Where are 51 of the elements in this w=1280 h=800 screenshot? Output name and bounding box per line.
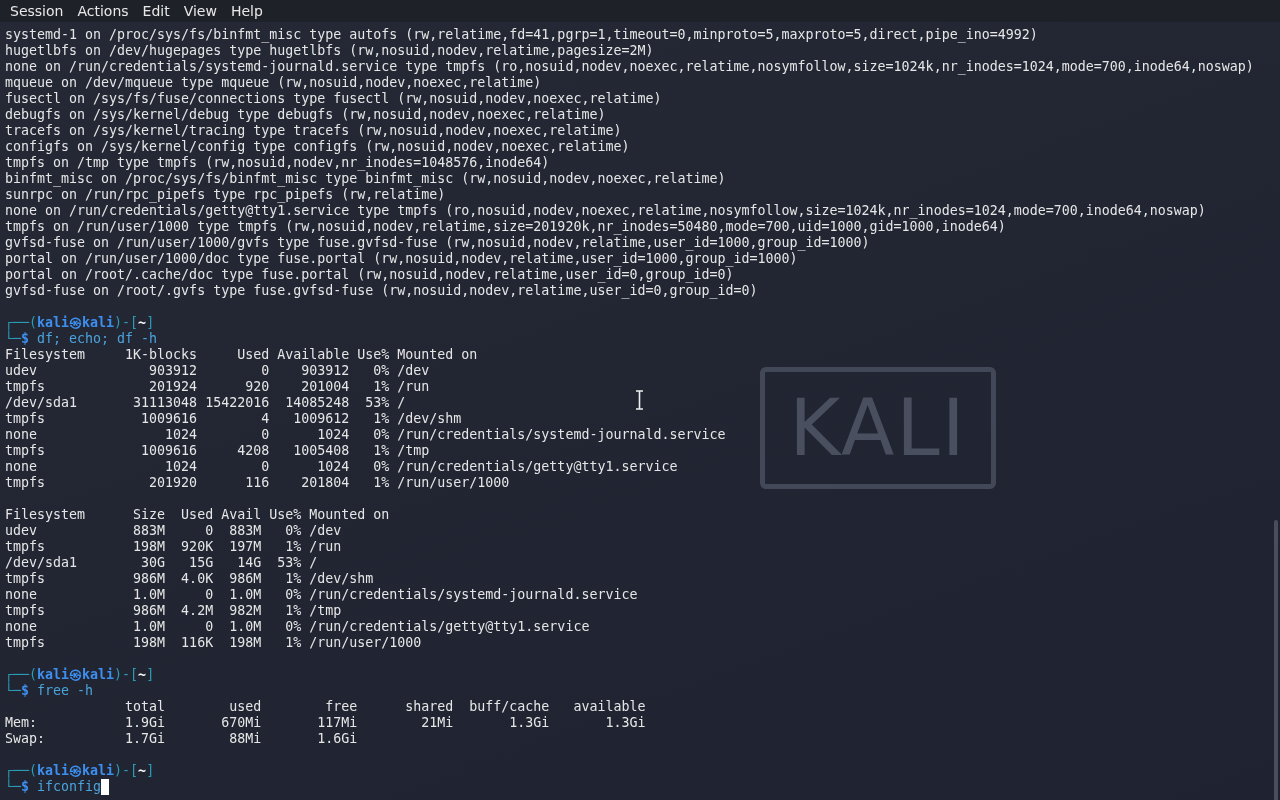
- output-line: /dev/sda1 30G 15G 14G 53% /: [5, 555, 318, 571]
- output-line: Filesystem Size Used Avail Use% Mounted on: [5, 507, 390, 523]
- output-line: hugetlbfs on /dev/hugepages type hugetlbfs (rw,nosuid,nodev,relatime,pagesize=2M): [5, 43, 654, 59]
- scrollbar[interactable]: [1274, 520, 1278, 800]
- output-line: none 1024 0 1024 0% /run/credentials/systemd-journald.service: [5, 427, 726, 443]
- output-line: sunrpc on /run/rpc_pipefs type rpc_pipefs (rw,relatime): [5, 187, 446, 203]
- output-line: tmpfs 198M 920K 197M 1% /run: [5, 539, 342, 555]
- output-line: portal on /root/.cache/doc type fuse.portal (rw,nosuid,nodev,relatime,user_id=0,group_id=0): [5, 267, 734, 283]
- prompt-line: ┌──(kali㉿kali)-[~]: [5, 315, 155, 331]
- output-line: systemd-1 on /proc/sys/fs/binfmt_misc type autofs (rw,relatime,fd=41,pgrp=1,timeout=0,minproto=5,maxproto=5,direct,pipe_ino=4992): [5, 27, 1038, 43]
- output-line: configfs on /sys/kernel/config type configfs (rw,nosuid,nodev,noexec,relatime): [5, 139, 630, 155]
- output-line: binfmt_misc on /proc/sys/fs/binfmt_misc type binfmt_misc (rw,nosuid,nodev,noexec,relatime): [5, 171, 726, 187]
- prompt-line: ┌──(kali㉿kali)-[~]: [5, 763, 155, 779]
- menu-item[interactable]: View: [176, 0, 224, 22]
- output-line: tmpfs on /tmp type tmpfs (rw,nosuid,nodev,nr_inodes=1048576,inode64): [5, 155, 550, 171]
- output-line: tmpfs 201920 116 201804 1% /run/user/1000: [5, 475, 510, 491]
- menu-item[interactable]: Help: [223, 0, 270, 22]
- output-line: debugfs on /sys/kernel/debug type debugfs (rw,nosuid,nodev,noexec,relatime): [5, 107, 606, 123]
- command-line: └─$ free -h: [5, 683, 94, 699]
- output-line: Mem: 1.9Gi 670Mi 117Mi 21Mi 1.3Gi 1.3Gi: [5, 715, 646, 731]
- menu-item[interactable]: Edit: [135, 0, 177, 22]
- output-line: udev 903912 0 903912 0% /dev: [5, 363, 430, 379]
- output-line: portal on /run/user/1000/doc type fuse.portal (rw,nosuid,nodev,relatime,user_id=1000,group_id=1000): [5, 251, 798, 267]
- output-line: tmpfs 1009616 4208 1005408 1% /tmp: [5, 443, 430, 459]
- command-line: └─$ df; echo; df -h: [5, 331, 158, 347]
- output-line: tmpfs 201924 920 201004 1% /run: [5, 379, 430, 395]
- output-line: tmpfs 1009616 4 1009612 1% /dev/shm: [5, 411, 462, 427]
- output-line: gvfsd-fuse on /run/user/1000/gvfs type fuse.gvfsd-fuse (rw,nosuid,nodev,relatime,user_id=1000,group_id=1000): [5, 235, 870, 251]
- output-line: Filesystem 1K-blocks Used Available Use% Mounted on: [5, 347, 478, 363]
- menu-item[interactable]: Session: [3, 0, 71, 22]
- output-line: tmpfs 198M 116K 198M 1% /run/user/1000: [5, 635, 422, 651]
- output-line: none 1.0M 0 1.0M 0% /run/credentials/getty@tty1.service: [5, 619, 590, 635]
- output-line: tracefs on /sys/kernel/tracing type tracefs (rw,nosuid,nodev,noexec,relatime): [5, 123, 622, 139]
- command-line: └─$ ifconfig: [5, 779, 102, 795]
- output-line: none on /run/credentials/getty@tty1.service type tmpfs (ro,nosuid,nodev,noexec,relatime,nosymfollow,size=1024k,nr_inodes=1024,mode=700,inode64,noswap): [5, 203, 1206, 219]
- output-line: fusectl on /sys/fs/fuse/connections type fusectl (rw,nosuid,nodev,noexec,relatime): [5, 91, 662, 107]
- prompt-line: ┌──(kali㉿kali)-[~]: [5, 667, 155, 683]
- mouse-pointer-icon: [635, 390, 644, 410]
- output-line: /dev/sda1 31113048 15422016 14085248 53% /: [5, 395, 406, 411]
- output-line: udev 883M 0 883M 0% /dev: [5, 523, 342, 539]
- output-line: none 1024 0 1024 0% /run/credentials/getty@tty1.service: [5, 459, 678, 475]
- output-line: none on /run/credentials/systemd-journald.service type tmpfs (ro,nosuid,nodev,noexec,relatime,nosymfollow,size=1024k,nr_inodes=1024,mode=700,inode64,noswap): [5, 59, 1254, 75]
- menu-item[interactable]: Actions: [70, 0, 136, 22]
- output-line: none 1.0M 0 1.0M 0% /run/credentials/systemd-journald.service: [5, 587, 638, 603]
- output-line: gvfsd-fuse on /root/.gvfs type fuse.gvfsd-fuse (rw,nosuid,nodev,relatime,user_id=0,group_id=0): [5, 283, 758, 299]
- output-line: mqueue on /dev/mqueue type mqueue (rw,nosuid,nodev,noexec,relatime): [5, 75, 542, 91]
- output-line: tmpfs 986M 4.2M 982M 1% /tmp: [5, 603, 342, 619]
- output-line: total used free shared buff/cache available: [124, 699, 646, 715]
- output-line: tmpfs 986M 4.0K 986M 1% /dev/shm: [5, 571, 374, 587]
- output-line: Swap: 1.7Gi 88Mi 1.6Gi: [5, 731, 358, 747]
- output-line: tmpfs on /run/user/1000 type tmpfs (rw,nosuid,nodev,relatime,size=201920k,nr_inodes=50480,mode=700,uid=1000,gid=1000,inode64): [5, 219, 1006, 235]
